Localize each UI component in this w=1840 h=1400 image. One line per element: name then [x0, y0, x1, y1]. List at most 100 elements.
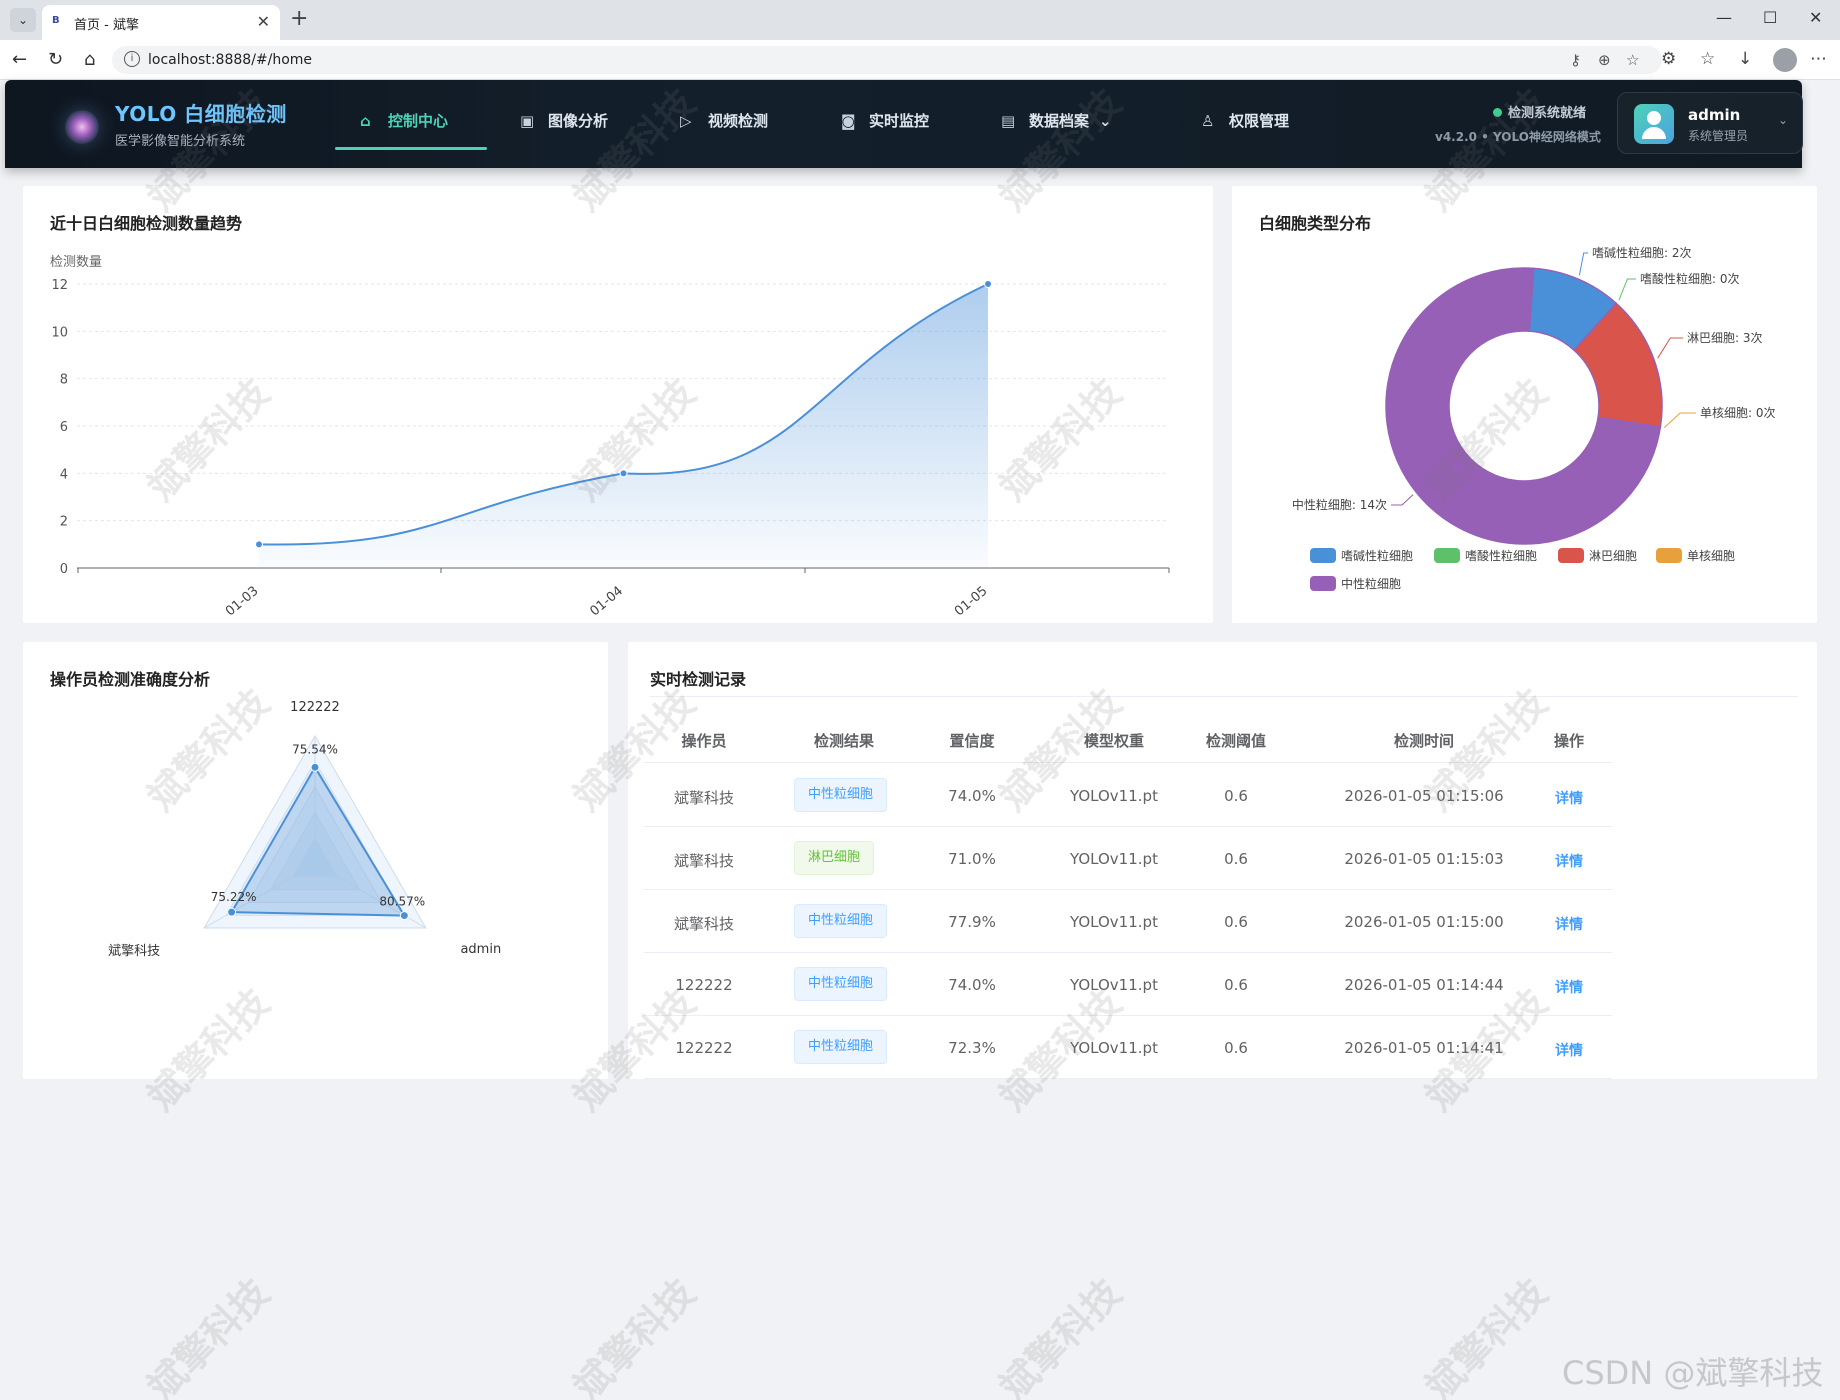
cell-model: YOLOv11.pt: [1070, 1039, 1158, 1057]
cell-threshold: 0.6: [1224, 850, 1248, 868]
legend-label: 嗜酸性粒细胞: [1465, 548, 1537, 563]
favorite-star-icon[interactable]: ☆: [1626, 51, 1639, 69]
pie-label-line: [1657, 337, 1683, 359]
detail-link[interactable]: 详情: [1542, 914, 1596, 934]
minimize-icon[interactable]: —: [1716, 8, 1732, 27]
more-menu-icon[interactable]: ⋯: [1810, 49, 1827, 69]
legend-swatch: [1310, 576, 1336, 591]
nav-item-data-archive[interactable]: ▤ 数据档案 ⌄: [1001, 110, 1112, 140]
window-close-icon[interactable]: ✕: [1809, 8, 1822, 27]
nav-item-control-center[interactable]: ⌂ 控制中心: [360, 110, 448, 140]
tab-list-chevron-icon[interactable]: ⌄: [10, 8, 36, 32]
legend-label: 嗜碱性粒细胞: [1341, 548, 1413, 563]
result-tag: 中性粒细胞: [794, 904, 888, 938]
legend-label: 单核细胞: [1687, 549, 1735, 563]
nav-item-permission[interactable]: ♙ 权限管理: [1201, 110, 1289, 140]
radar-value-label: 75.22%: [211, 890, 257, 904]
maximize-icon[interactable]: ☐: [1763, 8, 1777, 27]
nav-item-image-analysis[interactable]: ▣ 图像分析: [520, 110, 608, 140]
col-result: 检测结果: [813, 732, 874, 750]
y-tick-label: 10: [51, 325, 68, 340]
avatar-icon: [1634, 104, 1674, 144]
nav-label: 实时监控: [869, 112, 930, 130]
nav-item-video-detection[interactable]: ▷ 视频检测: [680, 110, 768, 140]
radar-indicator-label: 122222: [290, 700, 340, 715]
home-icon[interactable]: ⌂: [84, 49, 95, 70]
cell-operator: 斌擎科技: [673, 789, 734, 807]
key-icon[interactable]: ⚷: [1570, 51, 1581, 69]
back-arrow-icon[interactable]: ←: [12, 49, 27, 70]
active-nav-indicator: [335, 147, 487, 150]
user-role: 系统管理员: [1688, 129, 1749, 143]
url-field[interactable]: i localhost:8888/#/home ⚷ ⊕ ☆: [112, 46, 1662, 74]
cell-operator: 斌擎科技: [673, 852, 734, 870]
cell-model: YOLOv11.pt: [1070, 976, 1158, 994]
radar-value-label: 80.57%: [379, 895, 425, 909]
pie-label: 中性粒细胞: 14次: [1292, 497, 1387, 512]
site-info-icon[interactable]: i: [124, 51, 140, 67]
profile-avatar[interactable]: [1773, 48, 1797, 72]
close-icon[interactable]: ✕: [257, 12, 270, 31]
trend-chart: 检测数量 0 2 4 6 8 10 12 01-03 01-04 01-05: [50, 255, 1170, 620]
home-icon: ⌂: [360, 112, 371, 130]
watermark-text: 斌擎科技: [565, 1270, 704, 1400]
detail-link[interactable]: 详情: [1542, 851, 1596, 871]
pie-label: 淋巴细胞: 3次: [1687, 331, 1763, 345]
cell-operator: 斌擎科技: [673, 915, 734, 933]
detail-link[interactable]: 详情: [1542, 788, 1596, 808]
radar-point: [310, 762, 320, 772]
records-title: 实时检测记录: [650, 670, 747, 689]
nav-label: 权限管理: [1229, 112, 1290, 130]
nav-label: 控制中心: [388, 112, 449, 130]
cell-time: 2026-01-05 01:14:41: [1344, 1039, 1504, 1057]
nav-label: 视频检测: [708, 112, 769, 130]
pie-label-line: [1578, 252, 1588, 276]
x-tick-label: 01-03: [223, 584, 262, 620]
y-tick-label: 8: [60, 373, 68, 388]
zoom-icon[interactable]: ⊕: [1598, 51, 1611, 69]
detail-link[interactable]: 详情: [1542, 1040, 1596, 1060]
col-threshold: 检测阈值: [1205, 732, 1266, 750]
cell-model: YOLOv11.pt: [1070, 850, 1158, 868]
radar-indicator-label: 斌擎科技: [108, 944, 160, 959]
legend-swatch: [1558, 548, 1584, 563]
logo-subtitle: 医学影像智能分析系统: [115, 134, 246, 149]
y-tick-label: 0: [60, 562, 68, 577]
download-icon[interactable]: ↓: [1738, 49, 1752, 69]
cell-confidence: 71.0%: [948, 850, 996, 868]
cell-threshold: 0.6: [1224, 913, 1248, 931]
col-operator: 操作员: [681, 732, 727, 750]
cell-confidence: 74.0%: [948, 976, 996, 994]
radar-chart: 75.54% 80.57% 75.22% 122222 admin 斌擎科技: [108, 700, 501, 959]
watermark-text: 斌擎科技: [139, 1270, 278, 1400]
detail-link[interactable]: 详情: [1542, 977, 1596, 997]
table-row: 122222 中性粒细胞 72.3% YOLOv11.pt 0.6 2026-01-05 …: [644, 1017, 1612, 1079]
chevron-down-icon: ⌄: [1778, 113, 1789, 127]
favorites-list-icon[interactable]: ☆: [1700, 49, 1715, 69]
cell-confidence: 72.3%: [948, 1039, 996, 1057]
refresh-icon[interactable]: ↻: [48, 49, 63, 70]
y-tick-label: 2: [60, 515, 68, 530]
favicon-icon: B: [52, 15, 60, 26]
table-row: 斌擎科技 中性粒细胞 77.9% YOLOv11.pt 0.6 2026-01-05 01…: [644, 891, 1612, 953]
y-axis-name: 检测数量: [50, 255, 102, 270]
nav-item-realtime-monitor[interactable]: ◙ 实时监控: [841, 110, 929, 140]
address-bar: ← ↻ ⌂ i localhost:8888/#/home ⚷ ⊕ ☆ ⚙ ☆ …: [0, 40, 1840, 80]
radar-card: 操作员检测准确度分析 75.54% 80.57% 75.22% 122222 admin…: [23, 642, 608, 1079]
divider: [650, 696, 1798, 697]
browser-tab[interactable]: B 首页 - 斌擎 ✕: [42, 5, 280, 40]
cell-threshold: 0.6: [1224, 787, 1248, 805]
extensions-icon[interactable]: ⚙: [1661, 49, 1676, 69]
result-tag: 中性粒细胞: [794, 967, 888, 1001]
x-tick-label: 01-04: [587, 584, 626, 620]
tab-title: 首页 - 斌擎: [74, 18, 139, 33]
cell-operator: 122222: [675, 1039, 733, 1057]
system-status: 检测系统就绪: [1493, 102, 1586, 121]
records-table-header: 操作员 检测结果 置信度 模型权重 检测阈值 检测时间 操作: [644, 715, 1612, 763]
url-text[interactable]: localhost:8888/#/home: [148, 52, 312, 68]
status-text: 检测系统就绪: [1508, 106, 1587, 121]
new-tab-plus-icon[interactable]: +: [290, 6, 308, 31]
app-header: YOLO 白细胞检测 医学影像智能分析系统 ⌂ 控制中心 ▣ 图像分析 ▷ 视频检测 …: [5, 80, 1803, 168]
user-icon: ♙: [1201, 112, 1215, 130]
user-menu[interactable]: admin 系统管理员 ⌄: [1617, 92, 1803, 154]
